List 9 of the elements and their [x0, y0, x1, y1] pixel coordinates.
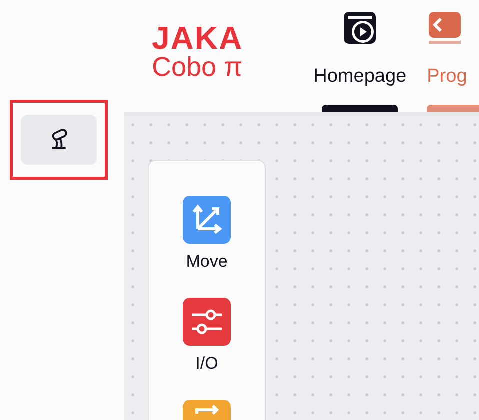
sliders-icon[interactable] [183, 298, 231, 346]
palette-label: I/O [196, 354, 218, 374]
robot-arm-button[interactable] [21, 115, 97, 165]
video-folder-icon [342, 10, 378, 46]
nav-tab[interactable]: Homepage [307, 0, 414, 112]
palette-label: Move [186, 252, 228, 272]
logo-text: JAKA [152, 22, 244, 54]
logo-subtitle: Cobo π [152, 54, 244, 81]
move-arrows-icon[interactable] [183, 196, 231, 244]
